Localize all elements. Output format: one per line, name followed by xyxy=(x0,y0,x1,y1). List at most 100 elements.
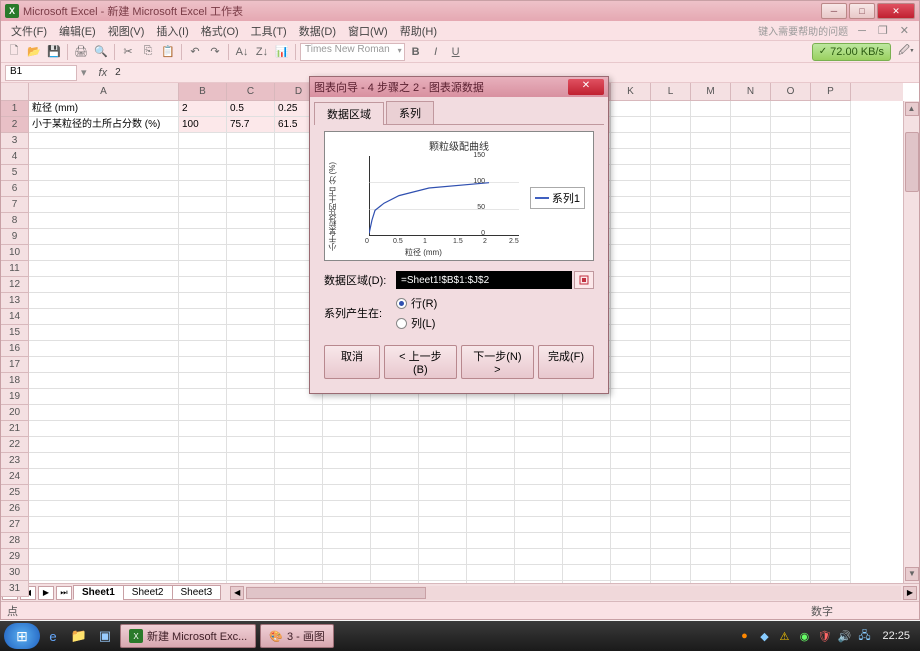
cell-A13[interactable] xyxy=(29,293,179,309)
print-button[interactable]: 🖨 xyxy=(72,43,90,61)
cell-A18[interactable] xyxy=(29,373,179,389)
cell-I22[interactable] xyxy=(515,437,563,453)
menu-data[interactable]: 数据(D) xyxy=(293,21,342,41)
cell-A8[interactable] xyxy=(29,213,179,229)
cell-P13[interactable] xyxy=(811,293,851,309)
cell-C13[interactable] xyxy=(227,293,275,309)
cell-I30[interactable] xyxy=(515,565,563,581)
cell-O20[interactable] xyxy=(771,405,811,421)
cell-P11[interactable] xyxy=(811,261,851,277)
cell-E21[interactable] xyxy=(323,421,371,437)
cell-L24[interactable] xyxy=(651,469,691,485)
cell-C21[interactable] xyxy=(227,421,275,437)
cell-C10[interactable] xyxy=(227,245,275,261)
cell-A14[interactable] xyxy=(29,309,179,325)
cell-O2[interactable] xyxy=(771,117,811,133)
cell-G30[interactable] xyxy=(419,565,467,581)
row-header-15[interactable]: 15 xyxy=(1,325,29,341)
cell-C24[interactable] xyxy=(227,469,275,485)
cell-O26[interactable] xyxy=(771,501,811,517)
cell-B10[interactable] xyxy=(179,245,227,261)
cell-G28[interactable] xyxy=(419,533,467,549)
cell-K26[interactable] xyxy=(611,501,651,517)
quick-launch-ie-icon[interactable]: e xyxy=(42,625,64,647)
cell-A5[interactable] xyxy=(29,165,179,181)
cell-M5[interactable] xyxy=(691,165,731,181)
cell-O11[interactable] xyxy=(771,261,811,277)
cell-F20[interactable] xyxy=(371,405,419,421)
cell-A11[interactable] xyxy=(29,261,179,277)
cell-P1[interactable] xyxy=(811,101,851,117)
cell-C27[interactable] xyxy=(227,517,275,533)
cell-L21[interactable] xyxy=(651,421,691,437)
cell-O27[interactable] xyxy=(771,517,811,533)
row-header-1[interactable]: 1 xyxy=(1,101,29,117)
cell-M28[interactable] xyxy=(691,533,731,549)
cell-I20[interactable] xyxy=(515,405,563,421)
cell-L8[interactable] xyxy=(651,213,691,229)
menu-window[interactable]: 窗口(W) xyxy=(342,21,394,41)
cell-G20[interactable] xyxy=(419,405,467,421)
menu-edit[interactable]: 编辑(E) xyxy=(53,21,102,41)
cell-G22[interactable] xyxy=(419,437,467,453)
cell-K21[interactable] xyxy=(611,421,651,437)
cell-N26[interactable] xyxy=(731,501,771,517)
cell-E25[interactable] xyxy=(323,485,371,501)
row-header-28[interactable]: 28 xyxy=(1,533,29,549)
cell-O30[interactable] xyxy=(771,565,811,581)
cell-A22[interactable] xyxy=(29,437,179,453)
column-header-C[interactable]: C xyxy=(227,83,275,101)
cell-A25[interactable] xyxy=(29,485,179,501)
cell-N3[interactable] xyxy=(731,133,771,149)
cell-P20[interactable] xyxy=(811,405,851,421)
row-header-30[interactable]: 30 xyxy=(1,565,29,581)
cell-O15[interactable] xyxy=(771,325,811,341)
cell-I25[interactable] xyxy=(515,485,563,501)
name-box[interactable]: B1 xyxy=(5,65,77,81)
cell-O21[interactable] xyxy=(771,421,811,437)
save-button[interactable]: 💾 xyxy=(45,43,63,61)
cell-L15[interactable] xyxy=(651,325,691,341)
cell-A17[interactable] xyxy=(29,357,179,373)
cell-H29[interactable] xyxy=(467,549,515,565)
cell-P2[interactable] xyxy=(811,117,851,133)
cell-J28[interactable] xyxy=(563,533,611,549)
row-header-6[interactable]: 6 xyxy=(1,181,29,197)
cell-J22[interactable] xyxy=(563,437,611,453)
cell-K3[interactable] xyxy=(611,133,651,149)
cell-O10[interactable] xyxy=(771,245,811,261)
close-button[interactable]: ✕ xyxy=(877,3,915,19)
cell-O29[interactable] xyxy=(771,549,811,565)
cell-D22[interactable] xyxy=(275,437,323,453)
row-header-25[interactable]: 25 xyxy=(1,485,29,501)
cell-B16[interactable] xyxy=(179,341,227,357)
cell-L25[interactable] xyxy=(651,485,691,501)
row-header-23[interactable]: 23 xyxy=(1,453,29,469)
cell-G25[interactable] xyxy=(419,485,467,501)
cell-C22[interactable] xyxy=(227,437,275,453)
cell-K19[interactable] xyxy=(611,389,651,405)
vertical-scrollbar[interactable]: ▲ ▼ xyxy=(903,101,919,583)
cell-B8[interactable] xyxy=(179,213,227,229)
cell-L23[interactable] xyxy=(651,453,691,469)
row-header-4[interactable]: 4 xyxy=(1,149,29,165)
cell-B4[interactable] xyxy=(179,149,227,165)
toolbar-options-button[interactable]: 🖉▾ xyxy=(897,43,915,61)
cell-F23[interactable] xyxy=(371,453,419,469)
cell-P24[interactable] xyxy=(811,469,851,485)
tab-data-range[interactable]: 数据区域 xyxy=(314,102,384,125)
menu-help[interactable]: 帮助(H) xyxy=(394,21,443,41)
cell-C28[interactable] xyxy=(227,533,275,549)
cell-L18[interactable] xyxy=(651,373,691,389)
column-header-K[interactable]: K xyxy=(611,83,651,101)
cell-H24[interactable] xyxy=(467,469,515,485)
cell-K23[interactable] xyxy=(611,453,651,469)
cell-N29[interactable] xyxy=(731,549,771,565)
cell-N23[interactable] xyxy=(731,453,771,469)
cell-K17[interactable] xyxy=(611,357,651,373)
cell-P15[interactable] xyxy=(811,325,851,341)
sheet-tab-1[interactable]: Sheet1 xyxy=(73,585,124,600)
cell-D29[interactable] xyxy=(275,549,323,565)
open-button[interactable]: 📂 xyxy=(25,43,43,61)
start-button[interactable]: ⊞ xyxy=(4,623,40,649)
